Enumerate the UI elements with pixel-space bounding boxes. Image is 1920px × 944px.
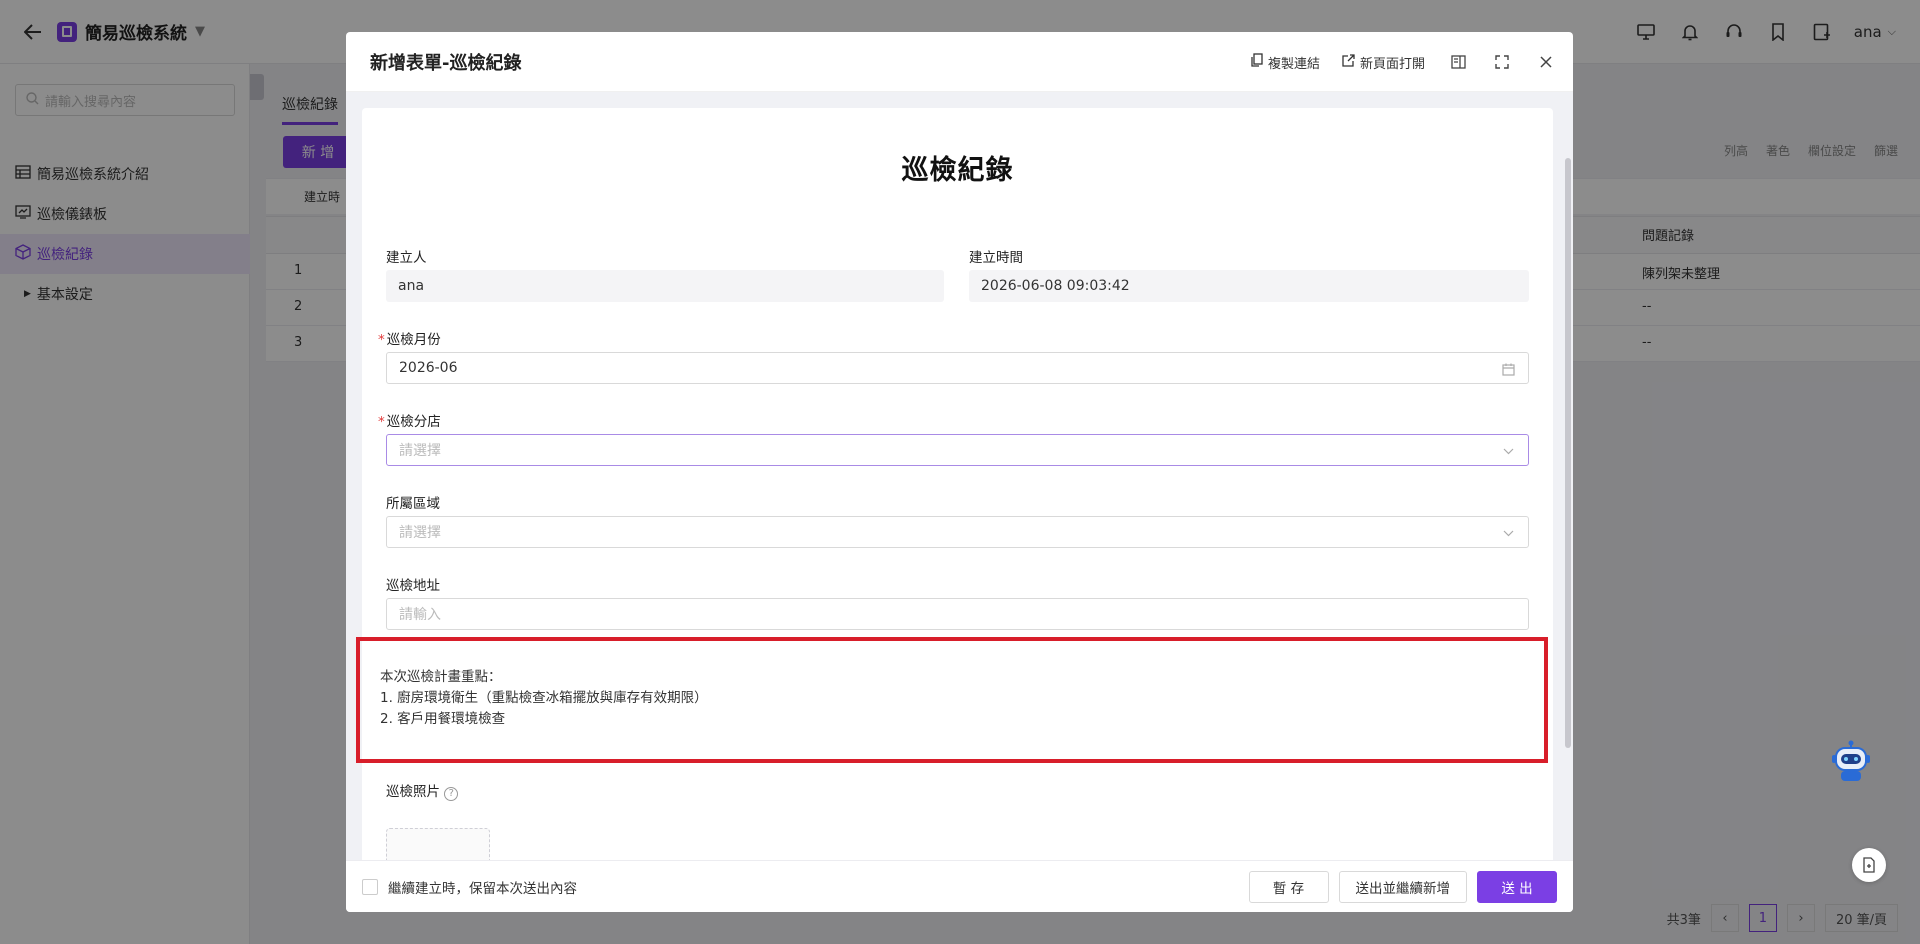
copy-link-label: 複製連結 <box>1267 56 1320 72</box>
region-select[interactable]: 請選擇 <box>386 516 1529 548</box>
fullscreen-icon[interactable] <box>1491 51 1513 73</box>
copy-link-button[interactable]: 複製連結 <box>1251 53 1320 72</box>
address-input[interactable]: 請輸入 <box>386 598 1529 630</box>
submit-continue-button[interactable]: 送出並繼續新增 <box>1338 871 1467 903</box>
note-line: 2. 客戶用餐環境檢查 <box>380 711 506 727</box>
region-placeholder: 請選擇 <box>399 525 441 541</box>
note-line: 本次巡檢計畫重點： <box>380 669 502 685</box>
creator-label: 建立人 <box>386 250 427 266</box>
photo-label-text: 巡檢照片 <box>386 784 440 800</box>
created-time-label: 建立時間 <box>969 250 1023 266</box>
plan-note-highlight: 本次巡檢計畫重點： 1. 廚房環境衛生（重點檢查冰箱擺放與庫存有效期限） 2. … <box>356 637 1548 763</box>
photo-upload[interactable]: + 圖片 <box>386 828 490 860</box>
external-link-icon <box>1342 53 1355 71</box>
address-label: 巡檢地址 <box>386 578 440 594</box>
open-new-page-label: 新頁面打開 <box>1359 56 1425 72</box>
copy-icon <box>1251 53 1263 71</box>
side-panel-icon[interactable] <box>1447 51 1469 73</box>
photo-label: 巡檢照片 ? <box>386 780 459 801</box>
created-time-value: 2026-06-08 09:03:42 <box>981 278 1130 294</box>
address-placeholder: 請輸入 <box>399 607 441 623</box>
month-picker[interactable]: 2026-06 <box>386 352 1529 384</box>
form-title: 巡檢紀錄 <box>901 155 1014 186</box>
close-icon[interactable] <box>1535 51 1557 73</box>
chevron-down-icon <box>1500 443 1516 459</box>
save-draft-button[interactable]: 暫 存 <box>1248 871 1329 903</box>
plan-note: 本次巡檢計畫重點： 1. 廚房環境衛生（重點檢查冰箱擺放與庫存有效期限） 2. … <box>380 667 708 730</box>
created-time-field: 2026-06-08 09:03:42 <box>969 270 1529 302</box>
creator-value: ana <box>398 278 425 294</box>
robot-assistant-icon[interactable] <box>1830 740 1872 786</box>
create-form-modal: 新增表單-巡檢紀錄 複製連結 新頁面打開 巡檢紀錄 建立人 ana 建立時間 2… <box>346 32 1573 912</box>
note-line: 1. 廚房環境衛生（重點檢查冰箱擺放與庫存有效期限） <box>380 690 708 706</box>
document-icon[interactable] <box>1852 848 1886 882</box>
region-label: 所屬區域 <box>386 496 440 512</box>
modal-header: 新增表單-巡檢紀錄 複製連結 新頁面打開 <box>346 32 1573 92</box>
creator-field: ana <box>386 270 944 302</box>
branch-label: * 巡檢分店 <box>378 410 441 430</box>
submit-button[interactable]: 送 出 <box>1477 871 1557 903</box>
chevron-down-icon <box>1500 525 1516 541</box>
modal-title: 新增表單-巡檢紀錄 <box>370 52 522 74</box>
required-mark: * <box>378 414 385 430</box>
scrollbar[interactable] <box>1565 158 1571 748</box>
keep-content-checkbox[interactable] <box>362 878 378 895</box>
month-value: 2026-06 <box>399 360 458 376</box>
month-label: * 巡檢月份 <box>378 328 441 348</box>
month-label-text: 巡檢月份 <box>386 332 441 348</box>
keep-content-label: 繼續建立時，保留本次送出內容 <box>388 880 577 897</box>
calendar-icon <box>1500 361 1516 377</box>
open-new-page-button[interactable]: 新頁面打開 <box>1342 53 1425 72</box>
required-mark: * <box>378 332 385 348</box>
branch-placeholder: 請選擇 <box>399 443 441 459</box>
branch-label-text: 巡檢分店 <box>386 414 441 430</box>
help-icon[interactable]: ? <box>444 787 459 801</box>
modal-footer: 繼續建立時，保留本次送出內容 暫 存 送出並繼續新增 送 出 <box>346 860 1573 912</box>
branch-select[interactable]: 請選擇 <box>386 434 1529 466</box>
